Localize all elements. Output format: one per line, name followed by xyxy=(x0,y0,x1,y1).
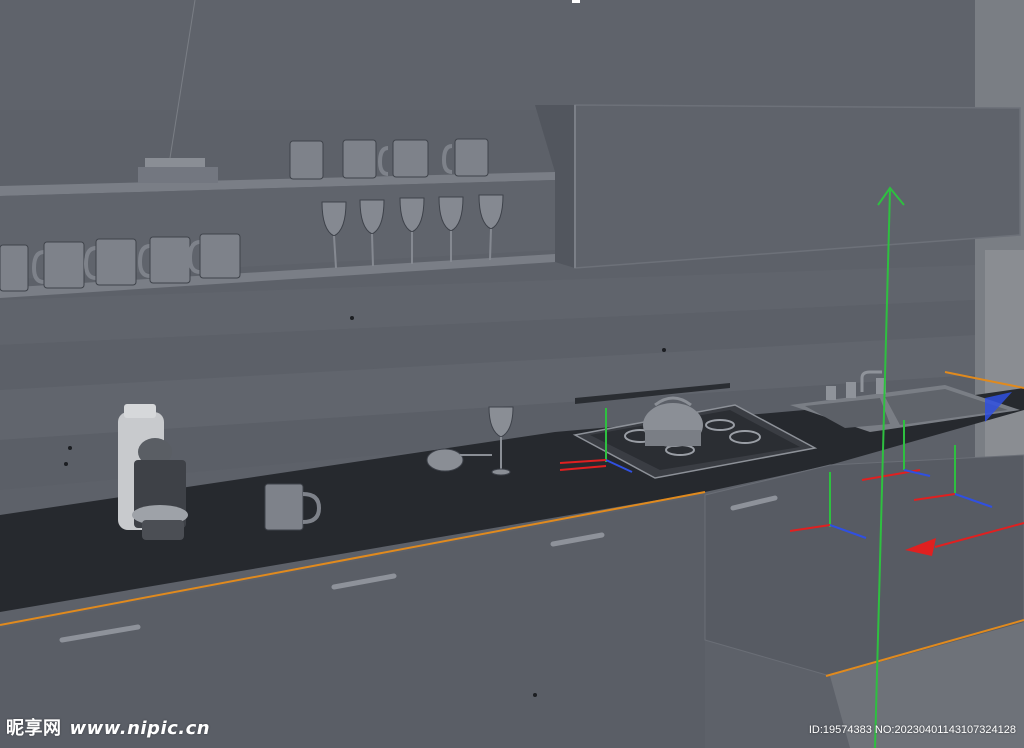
mug xyxy=(289,140,324,180)
bottle-cap xyxy=(124,404,156,418)
watermark-url: www.nipic.cn xyxy=(69,718,211,739)
mug xyxy=(264,483,304,531)
kettle-base xyxy=(645,430,701,446)
mug xyxy=(454,138,489,177)
grinder-base xyxy=(142,520,184,540)
book-stack-2 xyxy=(138,167,218,183)
faucet-part xyxy=(826,386,836,400)
wall-dot xyxy=(64,462,68,466)
cabinet-dot xyxy=(533,693,537,697)
mug xyxy=(392,139,429,178)
3d-viewport[interactable]: 昵享网 www.nipic.cn ID:19574383 NO:202304011… xyxy=(0,0,1024,748)
top-marker xyxy=(572,0,580,3)
scene-canvas[interactable] xyxy=(0,0,1024,748)
wine-glass-foot xyxy=(491,468,511,476)
mug xyxy=(95,238,137,286)
wine-glass-stem xyxy=(489,228,492,261)
watermark-brand: 昵享网 xyxy=(6,718,62,739)
watermark-site: 昵享网 www.nipic.cn xyxy=(6,714,210,740)
faucet-part xyxy=(846,382,856,398)
mug xyxy=(199,233,241,279)
mug xyxy=(0,244,29,292)
wine-glass-lying xyxy=(426,448,464,472)
mug xyxy=(43,241,85,289)
wall-dot xyxy=(350,316,354,320)
wall-dot xyxy=(68,446,72,450)
book-stack xyxy=(145,158,205,167)
wall-panel-upper xyxy=(0,0,975,110)
mug xyxy=(342,139,377,179)
wine-glass-stem xyxy=(371,233,374,267)
mug xyxy=(149,236,191,284)
watermark-id: ID:19574383 NO:20230401143107324128 xyxy=(808,724,1016,736)
wall-dot xyxy=(662,348,666,352)
